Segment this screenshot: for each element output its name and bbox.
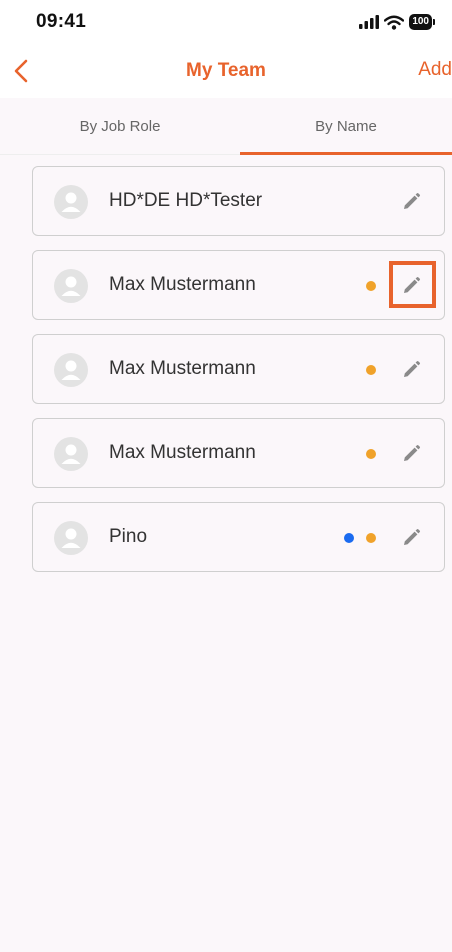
user-placeholder-icon: [61, 528, 81, 548]
status-bar: 09:41 100: [0, 0, 452, 44]
edit-pencil-icon[interactable]: [400, 359, 422, 381]
orange-status-dot: [366, 365, 376, 375]
battery-icon: 100: [409, 14, 435, 30]
status-time: 09:41: [36, 11, 87, 32]
team-content: By Job Role By Name HD*DE HD*Tester Max …: [0, 98, 452, 952]
status-icons: 100: [359, 14, 435, 30]
edit-pencil-icon[interactable]: [400, 191, 422, 213]
orange-status-dot: [366, 533, 376, 543]
team-member-card[interactable]: Max Mustermann: [32, 250, 445, 320]
tab-label: By Job Role: [79, 117, 161, 135]
member-name: Max Mustermann: [109, 358, 256, 379]
wifi-icon: [384, 15, 405, 30]
member-name: Max Mustermann: [109, 274, 256, 295]
avatar: [54, 521, 88, 555]
tab-label: By Name: [315, 117, 377, 135]
selected-tab-indicator: [240, 152, 452, 155]
navigation-bar: My Team Add: [0, 44, 452, 98]
tab-bar: By Job Role By Name: [0, 98, 452, 155]
orange-status-dot: [366, 449, 376, 459]
member-name: Pino: [109, 526, 148, 547]
team-member-card[interactable]: Max Mustermann: [32, 418, 445, 488]
edit-pencil-icon[interactable]: [400, 275, 422, 297]
team-member-card[interactable]: HD*DE HD*Tester: [32, 166, 445, 236]
user-placeholder-icon: [61, 444, 81, 464]
tab-by-name[interactable]: By Name: [240, 98, 452, 154]
add-button[interactable]: Add: [418, 59, 452, 81]
chevron-left-icon: [14, 59, 28, 83]
blue-status-dot: [344, 533, 354, 543]
team-member-card[interactable]: Pino: [32, 502, 445, 572]
user-placeholder-icon: [61, 192, 81, 212]
user-placeholder-icon: [61, 360, 81, 380]
page-title: My Team: [186, 60, 266, 81]
avatar: [54, 185, 88, 219]
cellular-signal-icon: [359, 15, 380, 29]
avatar: [54, 269, 88, 303]
avatar: [54, 353, 88, 387]
avatar: [54, 437, 88, 471]
back-button[interactable]: [14, 56, 44, 86]
tab-by-job-role[interactable]: By Job Role: [0, 98, 240, 154]
user-placeholder-icon: [61, 276, 81, 296]
edit-pencil-icon[interactable]: [400, 527, 422, 549]
edit-pencil-icon[interactable]: [400, 443, 422, 465]
member-name: HD*DE HD*Tester: [109, 190, 263, 211]
member-name: Max Mustermann: [109, 442, 256, 463]
team-member-card[interactable]: Max Mustermann: [32, 334, 445, 404]
orange-status-dot: [366, 281, 376, 291]
